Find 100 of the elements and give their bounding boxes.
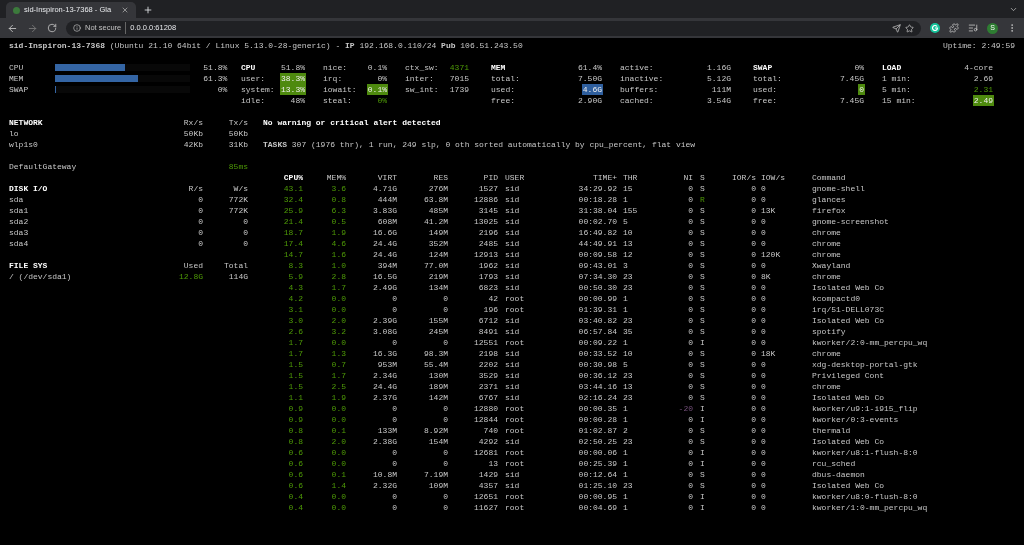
column-header[interactable]: CPU%	[263, 172, 303, 183]
table-cell-text: 1.5	[287, 359, 303, 370]
table-cell-text: 352M	[427, 238, 448, 249]
table-cell-text: 0	[687, 359, 693, 370]
column-header[interactable]: USER	[498, 172, 560, 183]
table-cell-text: 0	[687, 205, 693, 216]
table-cell-text: S	[699, 425, 706, 436]
column-header[interactable]: PID	[448, 172, 498, 183]
column-header[interactable]: S	[693, 172, 720, 183]
stat-value: 0.1%	[366, 62, 388, 73]
column-header[interactable]: IOW/s	[756, 172, 812, 183]
column-header[interactable]: Command	[812, 172, 1015, 183]
stat-value: 4.6G	[581, 84, 603, 95]
stat-value: 51.8%	[280, 62, 306, 73]
table-cell-text: sid	[504, 282, 521, 293]
table-cell-text: 1.0	[330, 260, 346, 271]
table-cell-text: sid	[504, 359, 521, 370]
star-icon[interactable]	[905, 23, 914, 33]
table-cell-text: 0	[760, 183, 767, 194]
back-icon[interactable]	[7, 22, 18, 34]
new-tab-icon[interactable]	[143, 5, 153, 15]
table-cell-text: 00:09.58	[577, 249, 617, 260]
table-cell-text: S	[699, 436, 706, 447]
send-icon[interactable]	[892, 23, 901, 33]
table-cell-text: 0	[687, 304, 693, 315]
column-header[interactable]: MEM%	[303, 172, 346, 183]
table-cell-text: chrome	[812, 238, 842, 249]
reload-icon[interactable]	[47, 23, 57, 33]
table-cell-text: 2196	[477, 227, 498, 238]
media-icon[interactable]	[968, 23, 978, 33]
table-cell-text: 01:39.31	[577, 304, 617, 315]
table-cell-text: 0	[391, 337, 397, 348]
table-cell-text: 98.3M	[423, 348, 448, 359]
table-cell-text: 0	[687, 425, 693, 436]
column-header: W/s	[232, 183, 248, 194]
table-cell-text: S	[699, 249, 706, 260]
table-cell-text: 0	[750, 381, 756, 392]
stat-value: 1739	[448, 84, 470, 95]
table-cell-text: 4292	[477, 436, 498, 447]
stat-label: MEM	[491, 62, 506, 73]
gateway-label: DefaultGateway	[9, 161, 78, 172]
table-cell-text: 1	[622, 491, 629, 502]
table-cell-text: 0	[687, 502, 693, 513]
close-icon[interactable]	[121, 6, 129, 14]
table-cell-text: 0	[687, 183, 693, 194]
table-cell-text: 149M	[427, 227, 448, 238]
table-cell-text: 00:12.64	[577, 469, 617, 480]
column-header[interactable]: THR	[617, 172, 678, 183]
column-header[interactable]: RES	[397, 172, 448, 183]
table-cell-text: root	[504, 447, 526, 458]
stat-value: 7.50G	[577, 73, 603, 84]
table-cell-text: 31:38.04	[577, 205, 617, 216]
table-cell-text: 24.4G	[372, 249, 397, 260]
column-header[interactable]: TIME+	[560, 172, 617, 183]
table-cell-text: sid	[504, 249, 521, 260]
info-icon[interactable]	[73, 24, 81, 32]
table-cell-text: 3.6	[330, 183, 346, 194]
stat-value: 772K	[227, 194, 248, 205]
column-header[interactable]: NI	[678, 172, 693, 183]
column-header: Rx/s	[182, 117, 203, 128]
table-cell-text: S	[699, 260, 706, 271]
table-cell-text: 0	[442, 491, 448, 502]
table-cell-text: 0	[687, 326, 693, 337]
stat-label: free:	[491, 95, 515, 106]
table-cell-text: 4357	[477, 480, 498, 491]
table-cell-text: 1.7	[287, 348, 303, 359]
table-cell-text: 13	[622, 238, 634, 249]
table-cell-text: 0	[687, 381, 693, 392]
system-info: sid-Inspiron-13-7368 (Ubuntu 21.10 64bit / Linux 5.13.0-28-generic) - IP 192.168.0.110/24 Pub 106.51.243.50	[9, 40, 523, 51]
table-cell-text: 1	[622, 337, 629, 348]
table-cell-text: 0	[750, 216, 756, 227]
table-cell-text: 12886	[473, 194, 498, 205]
forward-icon[interactable]	[27, 22, 38, 34]
stat-label: irq:	[323, 73, 343, 84]
table-cell-text: S	[699, 381, 706, 392]
stat-value: 12.8G	[178, 271, 203, 282]
table-cell-text: 0	[687, 315, 693, 326]
column-header[interactable]: VIRT	[346, 172, 397, 183]
table-cell-text: 0.4	[287, 502, 303, 513]
table-cell-text: 0	[687, 194, 693, 205]
table-cell-text: 44:49.91	[577, 238, 617, 249]
table-cell-text: dbus-daemon	[812, 469, 866, 480]
stat-value: 0%	[376, 73, 388, 84]
table-cell-text: 2.37G	[372, 392, 397, 403]
table-cell-text: sid	[504, 315, 521, 326]
puzzle-icon[interactable]	[949, 23, 959, 33]
table-cell-text: 0	[760, 480, 767, 491]
table-cell-text: 109M	[427, 480, 448, 491]
table-cell-text: 3.0	[287, 315, 303, 326]
alert-message: No warning or critical alert detected	[263, 117, 442, 128]
table-cell-text: 0	[687, 458, 693, 469]
table-cell-text: 4.6	[330, 238, 346, 249]
table-cell-text: S	[699, 392, 706, 403]
column-header[interactable]: IOR/s	[720, 172, 756, 183]
table-cell-text: thermald	[812, 425, 852, 436]
extension-icon[interactable]	[930, 23, 940, 33]
chevron-down-icon[interactable]	[1009, 5, 1018, 14]
table-cell-text: 0	[750, 194, 756, 205]
table-cell-text: sid	[504, 194, 521, 205]
table-cell-text: 23	[622, 271, 634, 282]
